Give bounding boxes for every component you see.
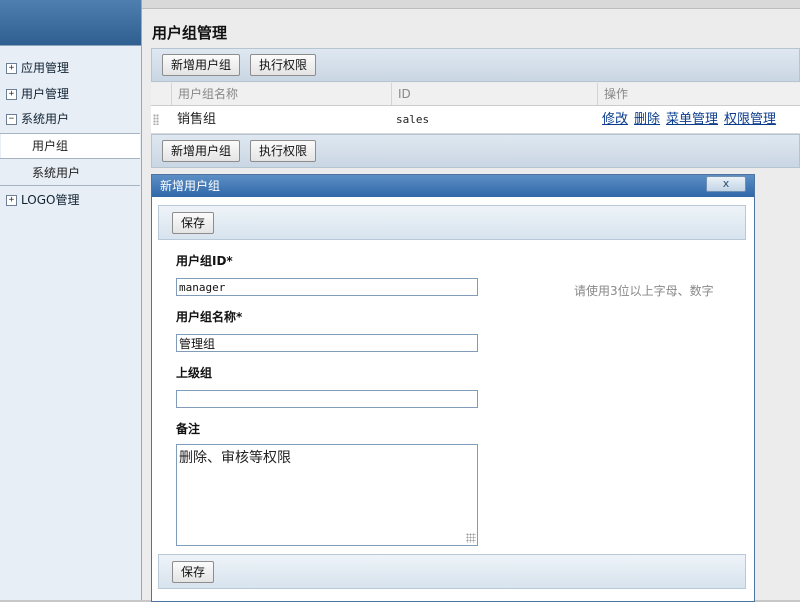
sidebar-item-app-management[interactable]: + 应用管理 [6, 59, 69, 77]
column-header-actions[interactable]: 操作 [597, 83, 800, 105]
dialog-title: 新增用户组 [160, 179, 221, 193]
add-user-group-button[interactable]: 新增用户组 [162, 54, 241, 76]
sidebar-subitem-system-user[interactable]: 系统用户 [1, 161, 140, 185]
sidebar-item-label: LOGO管理 [21, 193, 80, 207]
sidebar-banner [0, 0, 141, 46]
add-user-group-dialog: 新增用户组 x 保存 用户组ID* 请使用3位以上字母、数字 用户组名称* 上级… [151, 174, 755, 602]
save-button[interactable]: 保存 [172, 212, 215, 234]
edit-link[interactable]: 修改 [602, 112, 628, 127]
divider [0, 158, 140, 159]
row-id: sales [396, 113, 430, 126]
group-id-input[interactable] [176, 278, 478, 296]
row-actions: 修改 删除 菜单管理 权限管理 [602, 106, 782, 133]
group-id-hint: 请使用3位以上字母、数字 [574, 284, 714, 298]
group-id-label: 用户组ID* [176, 254, 233, 268]
parent-group-input[interactable] [176, 390, 478, 408]
menu-management-link[interactable]: 菜单管理 [666, 112, 718, 127]
bottom-toolbar: 新增用户组 执行权限 [151, 134, 800, 168]
row-name: 销售组 [177, 112, 217, 127]
parent-group-label: 上级组 [176, 366, 213, 380]
sidebar-subitem-user-group[interactable]: 用户组 [1, 134, 140, 158]
resize-handle-icon[interactable] [466, 533, 476, 543]
expand-icon[interactable]: + [6, 194, 17, 206]
add-user-group-button[interactable]: 新增用户组 [162, 140, 241, 162]
dialog-top-toolbar: 保存 [158, 205, 746, 240]
column-header-name[interactable]: 用户组名称 [171, 83, 391, 105]
sidebar: + 应用管理 + 用户管理 − 系统用户 用户组 系统用户 + LOGO管理 [0, 0, 142, 600]
group-name-label: 用户组名称* [176, 310, 243, 324]
sidebar-item-user-management[interactable]: + 用户管理 [6, 85, 69, 103]
execute-permission-button[interactable]: 执行权限 [250, 140, 317, 162]
table-row[interactable]: 销售组 sales 修改 删除 菜单管理 权限管理 [151, 106, 800, 134]
top-toolbar: 新增用户组 执行权限 [151, 48, 800, 82]
remark-textarea[interactable]: 删除、审核等权限 [176, 444, 478, 546]
column-header-id[interactable]: ID [391, 83, 597, 105]
execute-permission-button[interactable]: 执行权限 [250, 54, 317, 76]
divider [0, 185, 140, 186]
page-title: 用户组管理 [152, 24, 228, 42]
expand-icon[interactable]: + [6, 88, 17, 100]
top-strip [142, 0, 800, 9]
collapse-icon[interactable]: − [6, 113, 17, 125]
sidebar-item-label: 用户管理 [21, 87, 70, 101]
delete-link[interactable]: 删除 [634, 112, 660, 127]
permission-management-link[interactable]: 权限管理 [724, 112, 776, 127]
close-icon[interactable]: x [706, 176, 746, 192]
group-name-input[interactable] [176, 334, 478, 352]
drag-handle-icon[interactable] [153, 114, 159, 125]
dialog-title-bar[interactable]: 新增用户组 x [152, 175, 754, 197]
sidebar-item-label: 系统用户 [21, 112, 70, 126]
sidebar-item-label: 应用管理 [21, 61, 70, 75]
dialog-body: 保存 用户组ID* 请使用3位以上字母、数字 用户组名称* 上级组 备注 删除、… [158, 203, 746, 595]
grid-header: 用户组名称 ID 操作 [151, 83, 800, 106]
save-button[interactable]: 保存 [172, 561, 215, 583]
remark-label: 备注 [176, 422, 201, 436]
dialog-bottom-toolbar: 保存 [158, 554, 746, 589]
sidebar-item-logo-management[interactable]: + LOGO管理 [6, 191, 79, 209]
sidebar-item-system-users[interactable]: − 系统用户 [6, 110, 69, 128]
expand-icon[interactable]: + [6, 62, 17, 74]
